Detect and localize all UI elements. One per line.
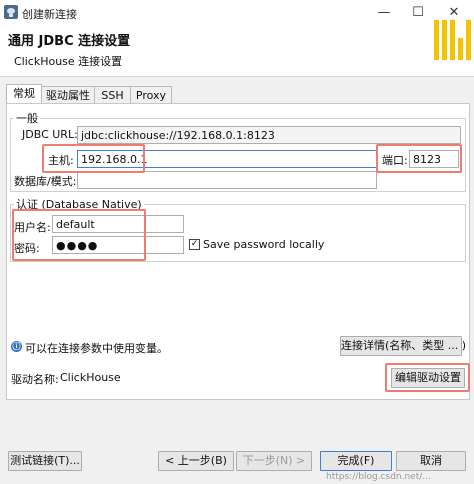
connection-details-button[interactable]: 连接详情(名称、类型 ... ) (340, 336, 466, 356)
back-button[interactable]: < 上一步(B) (158, 451, 234, 471)
app-icon (4, 5, 18, 19)
save-password-checkbox[interactable]: ✓ (189, 239, 200, 250)
driver-name-label: 驱动名称: (11, 373, 59, 386)
logo-bar (442, 20, 447, 60)
banner-title: 通用 JDBC 连接设置 (8, 34, 131, 49)
watermark-text: https://blog.csdn.net/... (326, 472, 431, 482)
logo-bar (458, 38, 463, 60)
banner-subtitle: ClickHouse 连接设置 (14, 55, 123, 68)
port-highlight (376, 144, 462, 173)
minimize-button[interactable]: — (366, 0, 402, 26)
save-password-label: Save password locally (203, 238, 325, 251)
edit-driver-highlight (385, 363, 470, 392)
tab-general[interactable]: 常规 (6, 84, 42, 105)
tab-proxy[interactable]: Proxy (130, 86, 172, 104)
logo-bar (434, 20, 439, 60)
credentials-highlight (12, 209, 146, 261)
general-group-legend: 一般 (14, 110, 40, 126)
cancel-button[interactable]: 取消 (396, 451, 466, 471)
tab-driver-properties[interactable]: 驱动属性 (41, 86, 95, 104)
next-button[interactable]: 下一步(N) > (236, 451, 312, 471)
jdbc-url-label: JDBC URL: (22, 128, 78, 141)
logo-bar (450, 20, 455, 60)
driver-name-value: ClickHouse (60, 371, 121, 384)
info-text: 可以在连接参数中使用变量。 (25, 342, 168, 355)
window-title: 创建新连接 (22, 8, 77, 21)
tab-ssh[interactable]: SSH (94, 86, 131, 104)
host-highlight (42, 144, 145, 173)
maximize-button[interactable]: ☐ (400, 0, 436, 26)
info-icon: ⓘ (11, 341, 22, 352)
logo-bar (466, 20, 471, 60)
database-input[interactable] (77, 171, 377, 189)
test-connection-button[interactable]: 测试链接(T)... (8, 451, 82, 471)
finish-button[interactable]: 完成(F) (320, 451, 392, 471)
database-label: 数据库/模式: (14, 175, 77, 188)
jdbc-url-field[interactable]: jdbc:clickhouse://192.168.0.1:8123 (77, 126, 461, 144)
